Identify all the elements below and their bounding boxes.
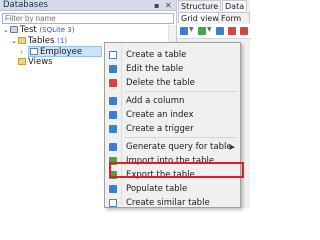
submenu-arrow-icon: ▶ xyxy=(229,143,235,151)
create-trigger-icon xyxy=(109,125,117,133)
tree-node-views[interactable]: Views xyxy=(18,57,53,68)
refresh-icon[interactable] xyxy=(180,27,188,35)
tree-node-database[interactable]: ⌄ Test (SQLite 3) xyxy=(3,25,74,36)
generate-query-icon xyxy=(109,143,117,151)
folder-icon xyxy=(18,58,26,65)
export-highlight-box xyxy=(109,162,244,178)
menu-separator xyxy=(125,91,237,92)
menu-item-label: Create similar table xyxy=(126,198,210,208)
create-index-icon xyxy=(109,111,117,119)
menu-item-label: Add a column xyxy=(126,96,185,106)
databases-panel-title: Databases xyxy=(3,0,48,10)
menu-item-label: Delete the table xyxy=(126,78,195,88)
delete-row-icon[interactable] xyxy=(228,27,236,35)
insert-row-icon[interactable] xyxy=(216,27,224,35)
add-column-icon xyxy=(109,97,117,105)
menu-item-create-table[interactable]: Create a table xyxy=(105,48,240,62)
table-name: Employee xyxy=(40,47,83,57)
tab-data-label: Data xyxy=(225,2,245,11)
menu-item-delete-table[interactable]: Delete the table xyxy=(105,76,240,90)
close-icon[interactable]: ✕ xyxy=(165,0,172,11)
similar-table-icon xyxy=(109,199,117,207)
data-toolbar: ▼ ▼ xyxy=(177,24,251,39)
menu-separator xyxy=(125,137,237,138)
context-menu: Create a table Edit the table Delete the… xyxy=(104,42,241,208)
menu-item-create-trigger[interactable]: Create a trigger xyxy=(105,122,240,136)
tables-label: Tables xyxy=(28,36,55,46)
menu-item-generate-query[interactable]: Generate query for table ▶ xyxy=(105,140,240,154)
menu-item-label: Create a trigger xyxy=(126,124,194,134)
filter-input[interactable] xyxy=(2,13,174,24)
menu-item-create-index[interactable]: Create an index xyxy=(105,108,240,122)
views-label: Views xyxy=(28,57,53,67)
expand-arrow-icon[interactable]: ⌄ xyxy=(11,36,18,47)
pin-icon[interactable]: ▪ xyxy=(154,0,159,11)
table-icon xyxy=(30,48,38,55)
chevron-down-icon[interactable]: ▼ xyxy=(207,26,212,33)
rollback-icon[interactable] xyxy=(240,27,248,35)
tab-structure-label: Structure xyxy=(181,2,219,11)
menu-item-label: Generate query for table xyxy=(126,142,232,152)
tab-grid-view[interactable]: Grid view xyxy=(178,12,222,23)
menu-item-label: Create an index xyxy=(126,110,194,120)
edit-table-icon xyxy=(109,65,117,73)
tab-grid-view-label: Grid view xyxy=(181,14,219,23)
database-icon xyxy=(10,26,18,33)
create-table-icon xyxy=(109,51,117,59)
folder-icon xyxy=(18,37,26,44)
tree-node-employee[interactable]: › Employee xyxy=(20,46,102,57)
populate-icon xyxy=(109,185,117,193)
tab-form-view[interactable]: Form vie xyxy=(218,12,250,34)
db-name: Test xyxy=(20,25,37,35)
menu-item-create-similar-table[interactable]: Create similar table xyxy=(105,196,240,210)
expand-arrow-icon[interactable]: ⌄ xyxy=(3,25,10,36)
tab-data[interactable]: Data xyxy=(222,0,248,11)
tables-count: (1) xyxy=(57,37,68,45)
databases-panel-header: Databases ▪ ✕ xyxy=(0,0,176,11)
delete-table-icon xyxy=(109,79,117,87)
menu-item-label: Populate table xyxy=(126,184,188,194)
chevron-down-icon[interactable]: ▼ xyxy=(189,26,194,33)
commit-icon[interactable] xyxy=(198,27,206,35)
tab-structure[interactable]: Structure xyxy=(178,0,222,11)
menu-item-label: Create a table xyxy=(126,50,187,60)
menu-item-populate-table[interactable]: Populate table xyxy=(105,182,240,196)
db-type: (SQLite 3) xyxy=(39,26,75,34)
menu-item-label: Edit the table xyxy=(126,64,184,74)
menu-item-edit-table[interactable]: Edit the table xyxy=(105,62,240,76)
menu-item-add-column[interactable]: Add a column xyxy=(105,94,240,108)
